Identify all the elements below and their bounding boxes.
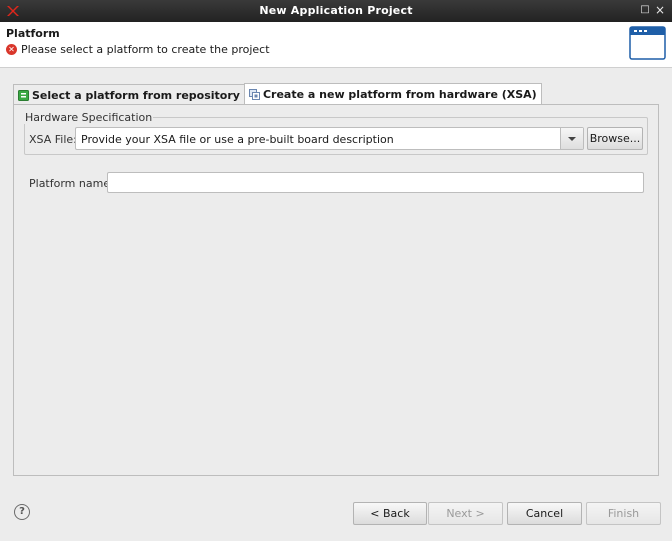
hardware-icon <box>248 89 260 100</box>
status-message-text: Please select a platform to create the p… <box>21 43 270 56</box>
back-button[interactable]: < Back <box>353 502 427 525</box>
help-icon[interactable]: ? <box>14 504 30 520</box>
platform-name-input[interactable] <box>107 172 644 193</box>
title-bar: New Application Project □ × <box>0 0 672 22</box>
cancel-button[interactable]: Cancel <box>507 502 582 525</box>
error-icon: ✕ <box>6 44 17 55</box>
window-title: New Application Project <box>259 4 413 17</box>
wizard-header: Platform ✕ Please select a platform to c… <box>0 22 672 68</box>
tab-create-from-hardware[interactable]: Create a new platform from hardware (XSA… <box>243 83 542 105</box>
tab-panel: Hardware Specification XSA File: Provide… <box>13 104 659 476</box>
xsa-file-value: Provide your XSA file or use a pre-built… <box>81 133 394 146</box>
group-label: Hardware Specification <box>24 111 154 124</box>
maximize-button[interactable]: □ <box>638 3 652 17</box>
chevron-down-icon[interactable] <box>560 128 583 149</box>
finish-button[interactable]: Finish <box>586 502 661 525</box>
wizard-content: Select a platform from repository Create… <box>0 68 672 488</box>
tab-select-repository[interactable]: Select a platform from repository <box>13 84 245 105</box>
xsa-file-label: XSA File: <box>29 133 77 146</box>
tab-bar: Select a platform from repository Create… <box>13 83 542 105</box>
browse-button[interactable]: Browse... <box>587 127 643 150</box>
tab-label: Select a platform from repository <box>32 88 240 102</box>
window-icon <box>629 26 666 60</box>
xsa-file-combo[interactable]: Provide your XSA file or use a pre-built… <box>75 127 584 150</box>
next-button[interactable]: Next > <box>428 502 503 525</box>
page-title: Platform <box>6 27 60 40</box>
platform-name-label: Platform name: <box>29 177 114 190</box>
repository-icon <box>18 89 29 101</box>
status-message: ✕ Please select a platform to create the… <box>6 43 270 56</box>
wizard-footer: ? < Back Next > Cancel Finish <box>0 488 672 541</box>
close-button[interactable]: × <box>653 3 667 17</box>
tab-label: Create a new platform from hardware (XSA… <box>262 88 537 101</box>
